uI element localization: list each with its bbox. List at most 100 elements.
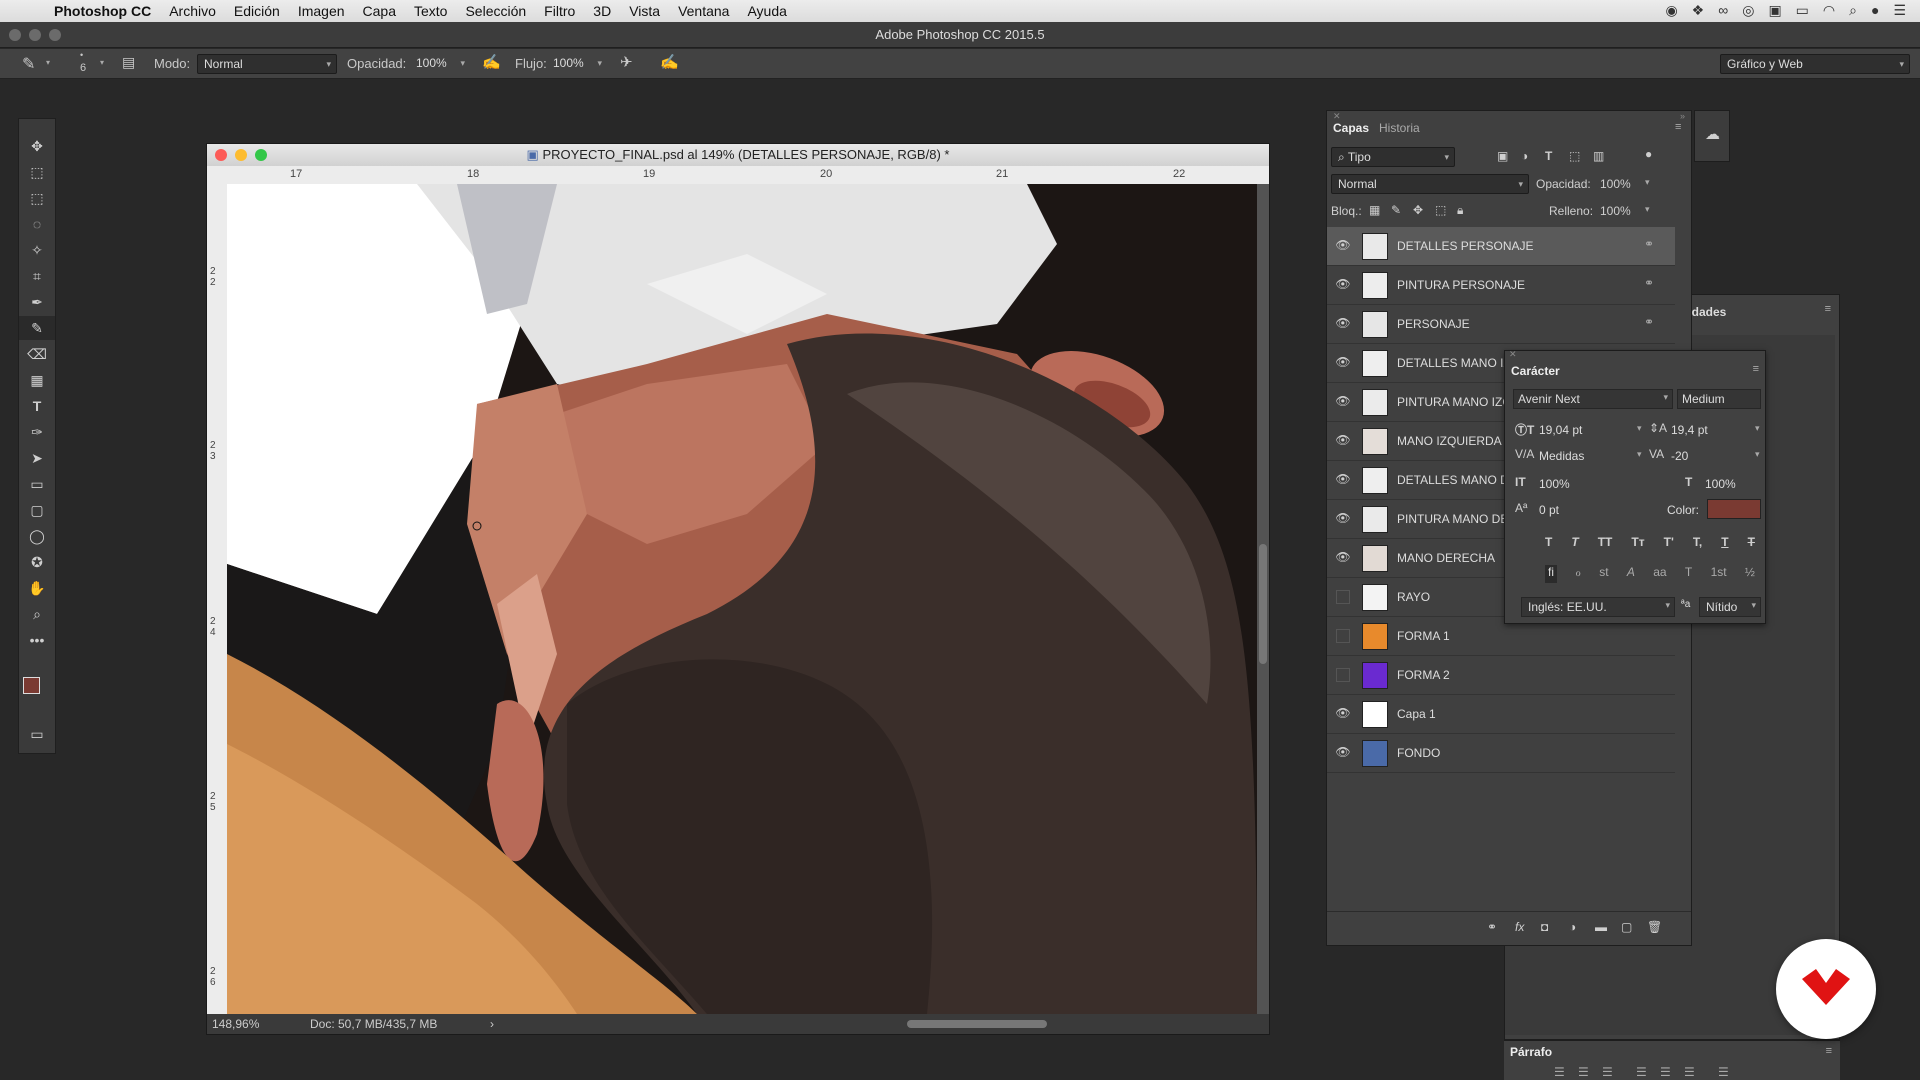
layer-thumbnail[interactable] [1362, 233, 1388, 260]
brush-panel-icon[interactable]: ▤ [122, 54, 135, 71]
notification-center-icon[interactable]: ☰ [1893, 2, 1906, 19]
menu-seleccion[interactable]: Selección [465, 3, 526, 19]
path-selection-tool-icon[interactable]: ➤ [19, 446, 55, 470]
layer-opacity-value[interactable]: 100% [1600, 177, 1631, 191]
dropbox-icon[interactable]: ❖ [1692, 2, 1705, 19]
layer-row[interactable]: FORMA 2 [1327, 656, 1675, 695]
app-status-icon[interactable]: ▣ [1768, 2, 1781, 19]
brush-picker-chevron-icon[interactable]: ▾ [100, 58, 104, 67]
visibility-off-toggle[interactable] [1336, 629, 1350, 643]
small-caps-button[interactable]: Tт [1631, 535, 1644, 553]
record-icon[interactable]: ◉ [1665, 2, 1677, 19]
move-tool-icon[interactable]: ✥ [19, 134, 55, 158]
font-family-dropdown[interactable]: Avenir Next ▾ [1513, 389, 1673, 409]
layer-name[interactable]: Capa 1 [1397, 707, 1436, 721]
layer-thumbnail[interactable] [1362, 467, 1388, 494]
brush-size-value[interactable]: 6 [80, 62, 86, 74]
filter-smart-object-icon[interactable]: ▥ [1593, 149, 1604, 163]
stylistic-alternates-button[interactable]: aa [1653, 565, 1666, 583]
brush-tool-icon[interactable]: ✎ [19, 316, 55, 340]
layer-thumbnail[interactable] [1362, 662, 1388, 689]
fill-value[interactable]: 100% [1600, 204, 1631, 218]
rectangle-tool-icon[interactable]: ▭ [19, 472, 55, 496]
rounded-rect-tool-icon[interactable]: ▢ [19, 498, 55, 522]
tab-historia[interactable]: Historia [1379, 121, 1420, 135]
new-layer-icon[interactable]: ▢ [1621, 920, 1632, 934]
type-tool-icon[interactable]: T [19, 394, 55, 418]
chevron-down-icon[interactable]: ▾ [1755, 449, 1760, 460]
hand-tool-icon[interactable]: ✋ [19, 576, 55, 600]
layer-filter-dropdown[interactable]: ⌕ Tipo ▾ [1331, 147, 1455, 167]
visibility-eye-icon[interactable]: 👁︎ [1335, 394, 1351, 410]
antialias-dropdown[interactable]: Nítido ▾ [1699, 597, 1761, 617]
marquee-tool-icon[interactable]: ⬚ [19, 186, 55, 210]
superscript-button[interactable]: T' [1664, 535, 1674, 553]
visibility-eye-icon[interactable]: 👁︎ [1335, 745, 1351, 761]
panel-menu-icon[interactable]: ≡ [1753, 363, 1759, 375]
layer-name[interactable]: FORMA 2 [1397, 668, 1450, 682]
visibility-off-toggle[interactable] [1336, 668, 1350, 682]
creative-cloud-icon[interactable]: ∞ [1718, 2, 1728, 19]
lock-pixels-icon[interactable]: ✎ [1391, 203, 1401, 217]
layer-name[interactable]: PINTURA MANO DE [1397, 512, 1508, 526]
font-style-dropdown[interactable]: Medium [1677, 389, 1761, 409]
align-left-icon[interactable]: ☰ [1554, 1065, 1565, 1079]
more-tools-icon[interactable]: ••• [19, 628, 55, 652]
window-close-button[interactable] [9, 29, 21, 41]
foreground-color-swatch[interactable] [23, 677, 40, 694]
menu-ayuda[interactable]: Ayuda [747, 3, 786, 19]
visibility-eye-icon[interactable]: 👁︎ [1335, 706, 1351, 722]
panel-close-icon[interactable]: ✕ [1509, 349, 1517, 360]
screen-mode-icon[interactable]: ▭ [19, 722, 55, 746]
layer-row[interactable]: 👁︎ FONDO [1327, 734, 1675, 773]
wifi-icon[interactable]: ◠ [1823, 2, 1835, 19]
layer-name[interactable]: DETALLES MANO IZ [1397, 356, 1511, 370]
layer-row[interactable]: 👁︎ PERSONAJE ⚭ [1327, 305, 1675, 344]
vertical-scrollbar[interactable] [1259, 544, 1267, 664]
chevron-down-icon[interactable]: ▾ [1645, 177, 1650, 188]
fx-icon[interactable]: fx [1515, 920, 1524, 934]
new-group-icon[interactable]: ▬ [1595, 920, 1607, 934]
align-center-icon[interactable]: ☰ [1578, 1065, 1589, 1079]
filter-shape-icon[interactable]: ⬚ [1569, 149, 1580, 163]
menu-3d[interactable]: 3D [593, 3, 611, 19]
all-caps-button[interactable]: TT [1598, 535, 1613, 553]
panel-collapse-icon[interactable]: » [1680, 111, 1685, 121]
layer-thumbnail[interactable] [1362, 311, 1388, 338]
visibility-eye-icon[interactable]: 👁︎ [1335, 550, 1351, 566]
horizontal-scale-value[interactable]: 100% [1705, 477, 1736, 491]
custom-shape-tool-icon[interactable]: ✪ [19, 550, 55, 574]
contextual-alternates-button[interactable]: ℴ [1575, 565, 1581, 583]
ellipse-tool-icon[interactable]: ◯ [19, 524, 55, 548]
opacity-field[interactable]: 100% ▾ [410, 54, 470, 74]
eraser-tool-icon[interactable]: ⌫ [19, 342, 55, 366]
doc-zoom-button[interactable] [255, 149, 267, 161]
layer-link-icon[interactable]: ⚭ [1644, 276, 1654, 290]
justify-all-icon[interactable]: ☰ [1718, 1065, 1729, 1079]
subscript-button[interactable]: T, [1693, 535, 1702, 553]
language-dropdown[interactable]: Inglés: EE.UU. ▾ [1521, 597, 1675, 617]
layer-name[interactable]: PINTURA PERSONAJE [1397, 278, 1525, 292]
menu-filtro[interactable]: Filtro [544, 3, 575, 19]
visibility-off-toggle[interactable] [1336, 590, 1350, 604]
chevron-down-icon[interactable]: ▾ [1645, 204, 1650, 215]
window-minimize-button[interactable] [29, 29, 41, 41]
doc-info[interactable]: Doc: 50,7 MB/435,7 MB [310, 1014, 437, 1034]
menu-app-name[interactable]: Photoshop CC [54, 3, 151, 19]
eyedropper-tool-icon[interactable]: ✒ [19, 290, 55, 314]
window-zoom-button[interactable] [49, 29, 61, 41]
text-color-swatch[interactable] [1707, 499, 1761, 519]
visibility-eye-icon[interactable]: 👁︎ [1335, 277, 1351, 293]
layer-name[interactable]: MANO DERECHA [1397, 551, 1495, 565]
workspace-dropdown[interactable]: Gráfico y Web ▾ [1720, 54, 1910, 74]
menu-capa[interactable]: Capa [363, 3, 396, 19]
layer-thumbnail[interactable] [1362, 350, 1388, 377]
layer-link-icon[interactable]: ⚭ [1644, 315, 1654, 329]
menu-ventana[interactable]: Ventana [678, 3, 729, 19]
layer-name[interactable]: DETALLES PERSONAJE [1397, 239, 1534, 253]
visibility-eye-icon[interactable]: 👁︎ [1335, 511, 1351, 527]
siri-icon[interactable]: ● [1871, 2, 1879, 19]
zoom-tool-icon[interactable]: ⌕ [19, 602, 55, 626]
layer-thumbnail[interactable] [1362, 506, 1388, 533]
layer-name[interactable]: FONDO [1397, 746, 1440, 760]
